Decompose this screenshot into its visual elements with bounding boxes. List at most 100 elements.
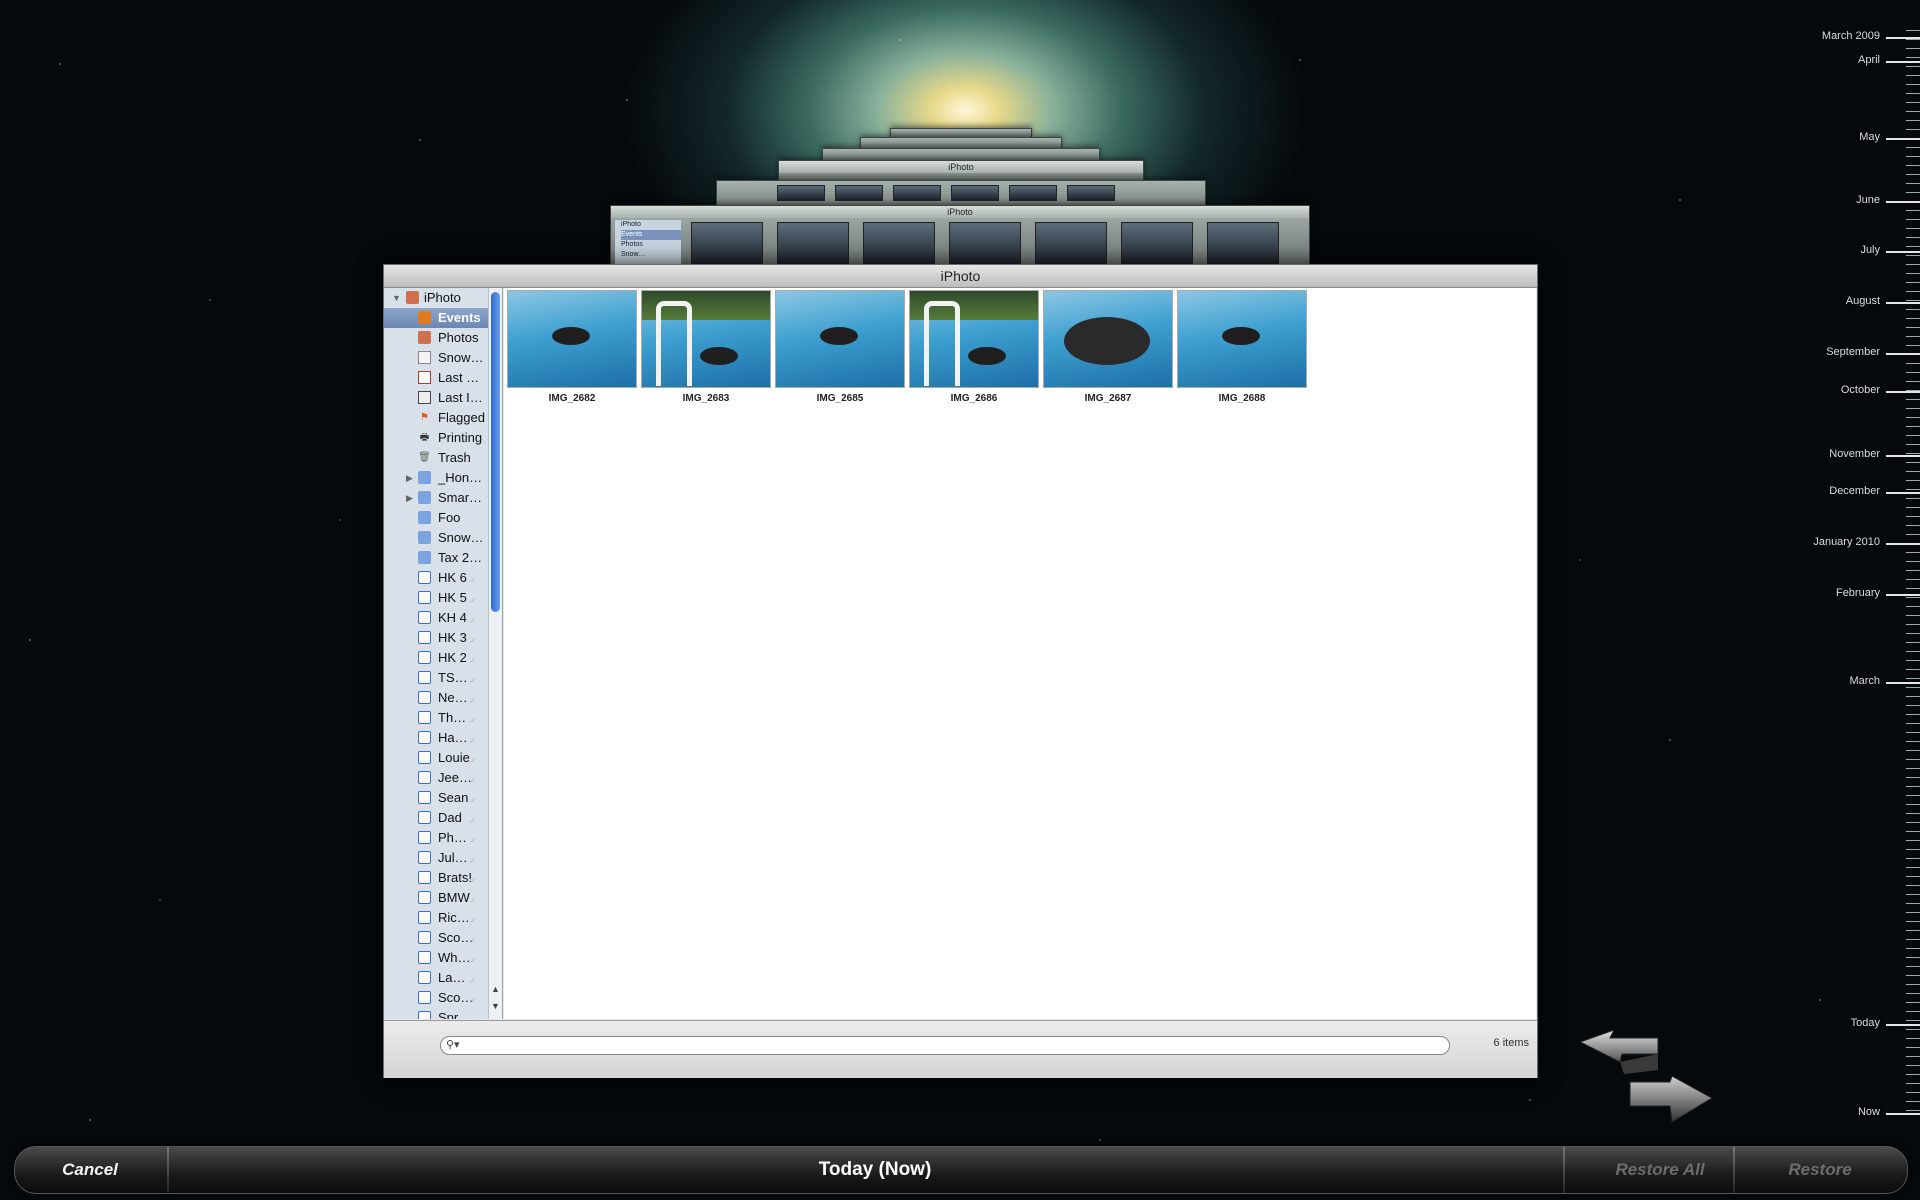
timeline-tick[interactable] [1906,120,1920,121]
timeline-tick[interactable] [1906,75,1920,76]
timeline-tick[interactable] [1906,1065,1920,1066]
timeline-tick[interactable] [1906,561,1920,562]
timeline-tick[interactable] [1906,1101,1920,1102]
timeline-tick[interactable] [1906,957,1920,958]
timeline-tick[interactable] [1906,471,1920,472]
sidebar-item[interactable]: BMW ◞ [384,888,502,908]
sidebar-item[interactable]: ▶ Smar… [384,488,502,508]
sidebar-item[interactable]: HK 2 ◞ [384,648,502,668]
timeline-tick[interactable] [1906,903,1920,904]
sidebar-item[interactable]: Ne… ◞ [384,688,502,708]
timeline-tick[interactable] [1906,723,1920,724]
sidebar-item[interactable]: Snow… [384,528,502,548]
sidebar-item[interactable]: Events [384,308,502,328]
timeline-major-tick[interactable] [1886,138,1920,140]
timeline-tick[interactable] [1906,534,1920,535]
timeline-tick[interactable] [1906,480,1920,481]
timeline-tick[interactable] [1906,831,1920,832]
timeline-date-label[interactable]: March [1849,675,1880,687]
time-machine-timeline[interactable]: March 2009 April May June July August Septembe… [1770,0,1920,1140]
timeline-tick[interactable] [1906,966,1920,967]
photo-thumbnail[interactable] [641,290,771,388]
sidebar-item[interactable]: Spr… ◞ [384,1008,502,1019]
timeline-tick[interactable] [1906,651,1920,652]
timeline-tick[interactable] [1906,165,1920,166]
back-in-time-arrow-icon[interactable] [1580,1030,1660,1074]
sidebar-item[interactable]: Sco… ◞ [384,988,502,1008]
sidebar-item[interactable]: HK 6 ◞ [384,568,502,588]
timeline-tick[interactable] [1906,975,1920,976]
timeline-major-tick[interactable] [1886,353,1920,355]
timeline-date-label[interactable]: January 2010 [1813,536,1880,548]
sidebar-item[interactable]: Ric… ◞ [384,908,502,928]
timeline-tick[interactable] [1906,1092,1920,1093]
photo-thumbnail-cell[interactable]: IMG_2685 [775,290,905,404]
sidebar-item[interactable]: Sco… ◞ [384,928,502,948]
timeline-tick[interactable] [1906,291,1920,292]
sidebar-item-iphoto-library[interactable]: ▼ iPhoto [384,288,502,308]
timeline-tick[interactable] [1906,552,1920,553]
timeline-major-tick[interactable] [1886,543,1920,545]
timeline-tick[interactable] [1906,795,1920,796]
sidebar-item[interactable]: ▶ _Hon… [384,468,502,488]
photo-thumbnail[interactable] [507,290,637,388]
timeline-tick[interactable] [1906,822,1920,823]
timeline-tick[interactable] [1906,876,1920,877]
timeline-tick[interactable] [1906,1047,1920,1048]
timeline-tick[interactable] [1906,885,1920,886]
timeline-tick[interactable] [1906,597,1920,598]
timeline-tick[interactable] [1906,705,1920,706]
timeline-major-tick[interactable] [1886,455,1920,457]
timeline-tick[interactable] [1906,372,1920,373]
timeline-tick[interactable] [1906,1011,1920,1012]
timeline-tick[interactable] [1906,1020,1920,1021]
timeline-tick[interactable] [1906,804,1920,805]
timeline-tick[interactable] [1906,858,1920,859]
timeline-major-tick[interactable] [1886,302,1920,304]
timeline-tick[interactable] [1906,228,1920,229]
timeline-date-label[interactable]: August [1846,295,1880,307]
timeline-tick[interactable] [1906,588,1920,589]
timeline-tick[interactable] [1906,219,1920,220]
timeline-tick[interactable] [1906,147,1920,148]
timeline-tick[interactable] [1906,930,1920,931]
timeline-tick[interactable] [1906,1056,1920,1057]
sidebar-item[interactable]: HK 3 ◞ [384,628,502,648]
scroll-down-arrow-icon[interactable]: ▼ [489,1001,502,1011]
timeline-major-tick[interactable] [1886,61,1920,63]
sidebar-item[interactable]: KH 4 ◞ [384,608,502,628]
sidebar-item[interactable]: Foo [384,508,502,528]
timeline-major-tick[interactable] [1886,37,1920,39]
timeline-tick[interactable] [1906,111,1920,112]
timeline-tick[interactable] [1906,678,1920,679]
timeline-date-label[interactable]: March 2009 [1822,30,1880,42]
sidebar-item[interactable]: TS… ◞ [384,668,502,688]
scroll-up-arrow-icon[interactable]: ▲ [489,984,502,994]
timeline-tick[interactable] [1906,1038,1920,1039]
timeline-tick[interactable] [1906,318,1920,319]
timeline-tick[interactable] [1906,363,1920,364]
timeline-tick[interactable] [1906,525,1920,526]
forward-in-time-arrow-icon[interactable] [1628,1076,1714,1124]
timeline-date-label[interactable]: June [1856,194,1880,206]
timeline-tick[interactable] [1906,1029,1920,1030]
timeline-tick[interactable] [1906,498,1920,499]
timeline-tick[interactable] [1906,660,1920,661]
sidebar-item[interactable]: Ph… ◞ [384,828,502,848]
sidebar-item[interactable]: ⚑ Flagged [384,408,502,428]
timeline-tick[interactable] [1906,1083,1920,1084]
timeline-tick[interactable] [1906,507,1920,508]
timeline-tick[interactable] [1906,381,1920,382]
sidebar-item[interactable]: Th… ◞ [384,708,502,728]
timeline-tick[interactable] [1906,570,1920,571]
sidebar-item[interactable]: 🗑 Trash [384,448,502,468]
timeline-tick[interactable] [1906,309,1920,310]
timeline-tick[interactable] [1906,894,1920,895]
timeline-tick[interactable] [1906,327,1920,328]
timeline-tick[interactable] [1906,768,1920,769]
timeline-tick[interactable] [1906,669,1920,670]
sidebar-item[interactable]: La… ◞ [384,968,502,988]
timeline-tick[interactable] [1906,84,1920,85]
timeline-tick[interactable] [1906,1002,1920,1003]
timeline-tick[interactable] [1906,948,1920,949]
